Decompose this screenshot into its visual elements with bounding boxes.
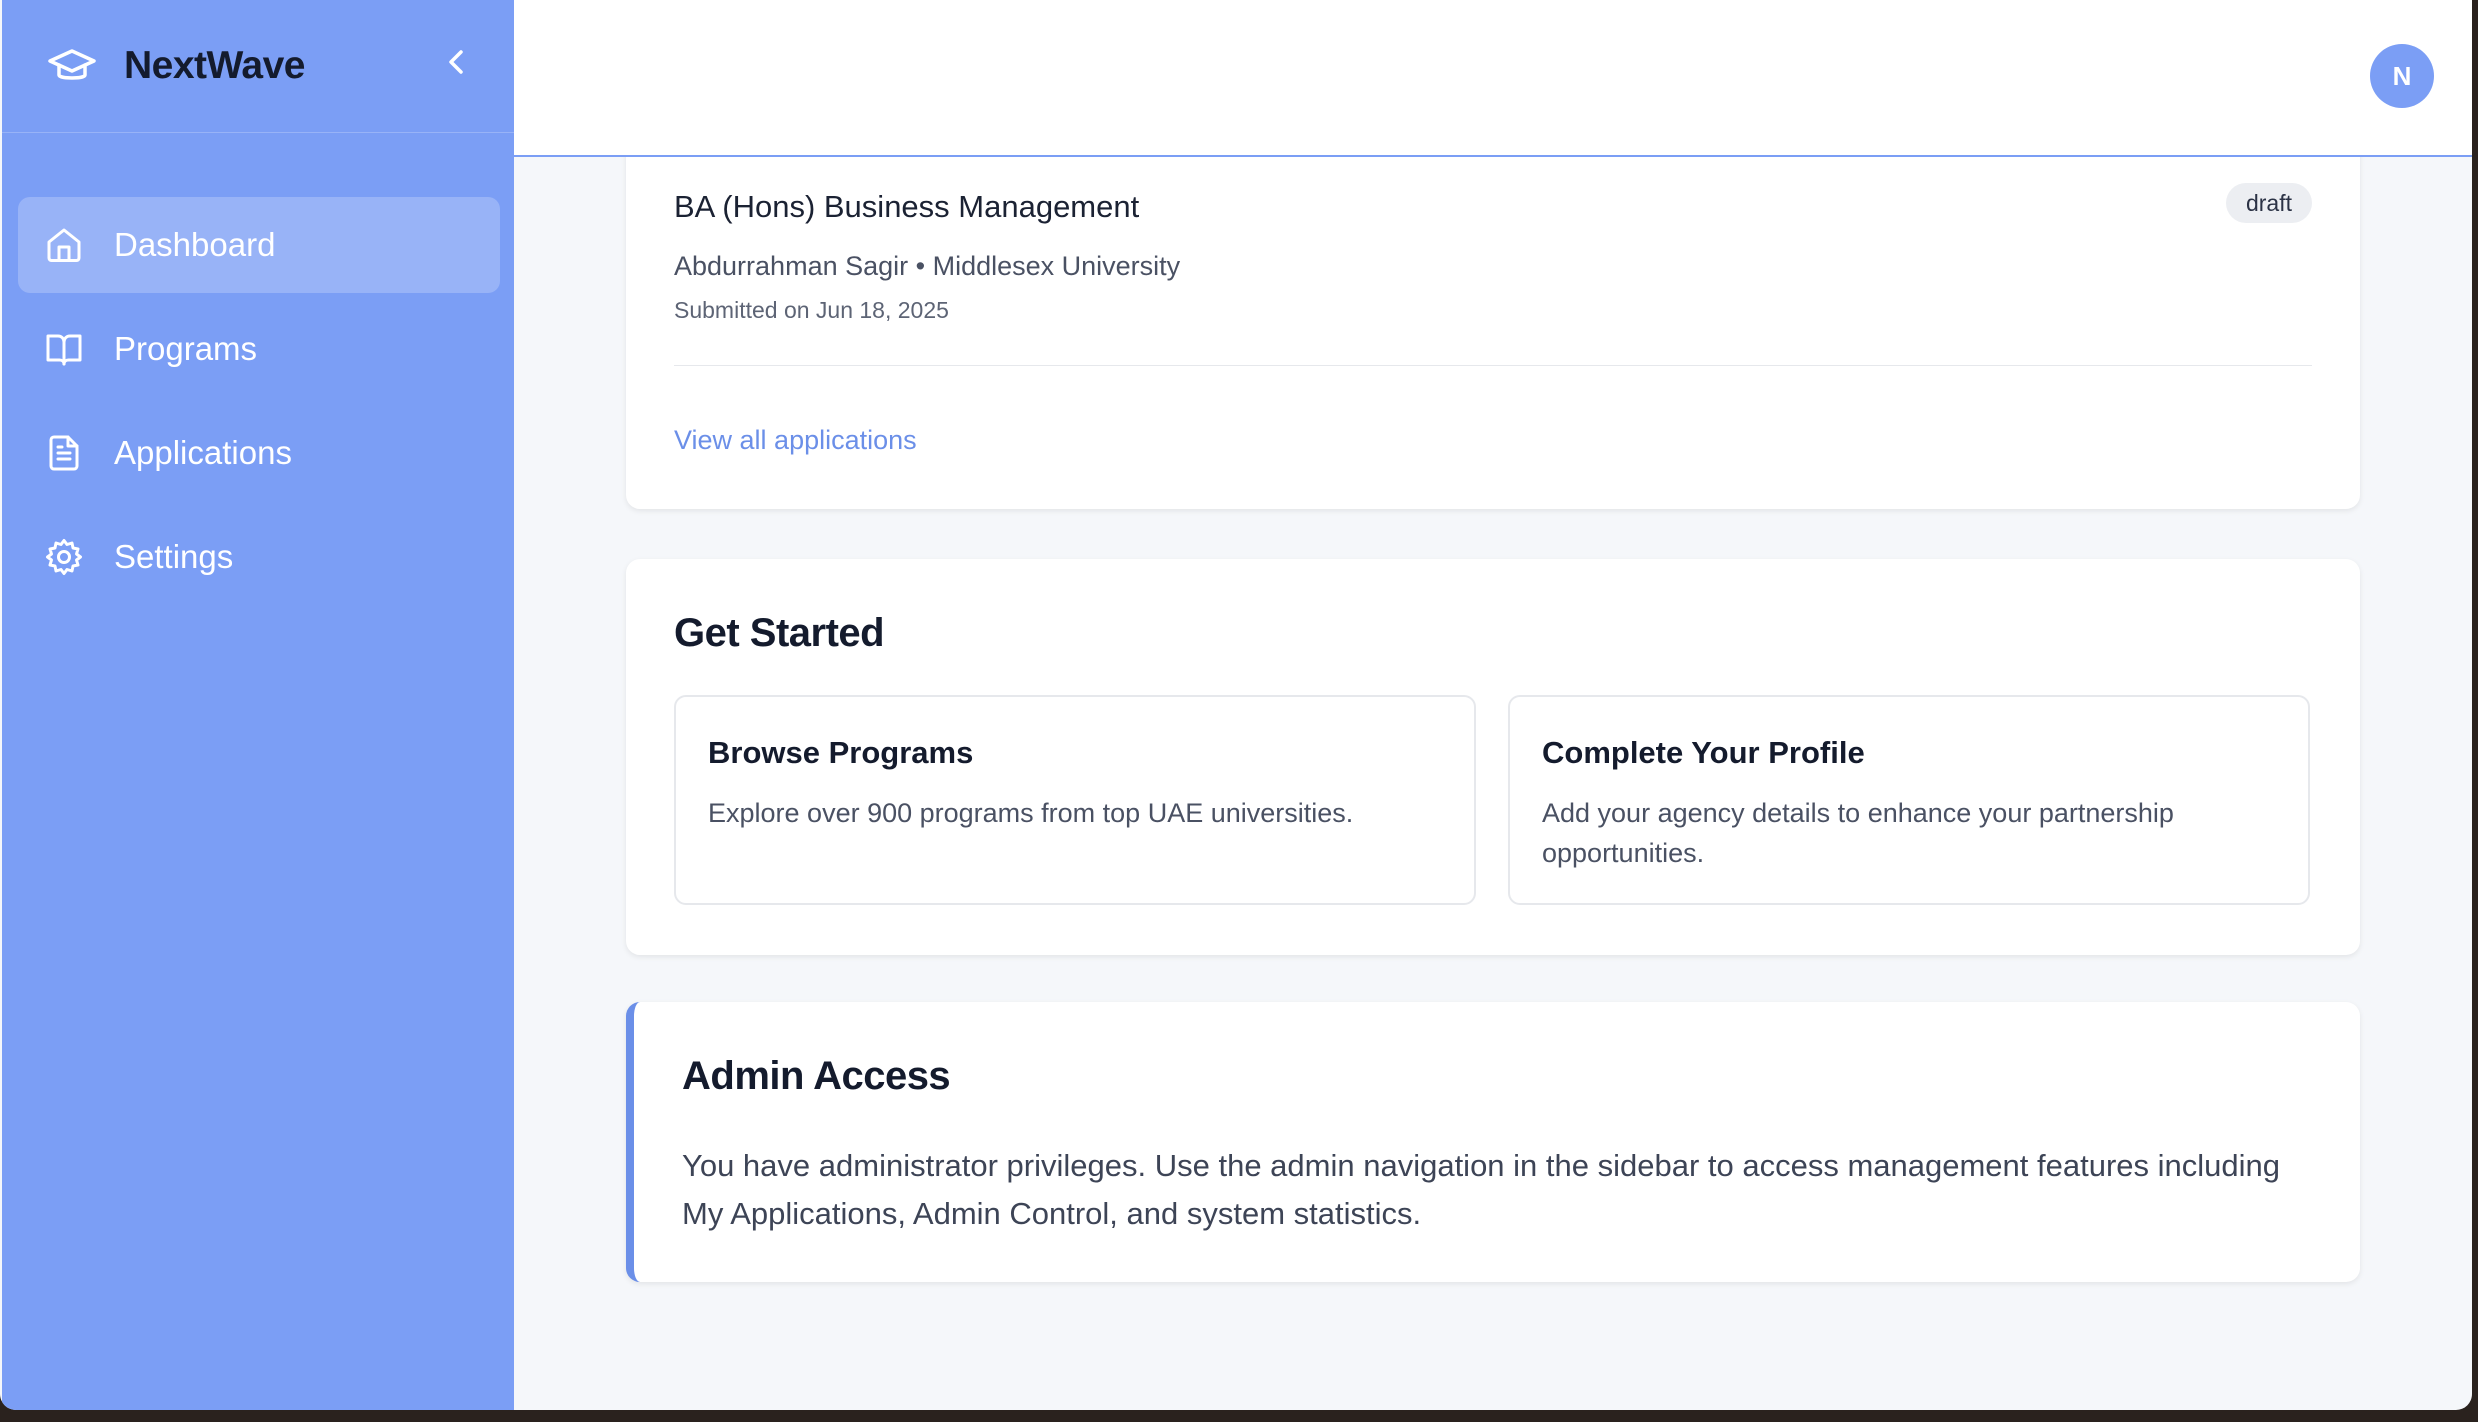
top-header: N [514, 0, 2472, 157]
book-icon [46, 334, 82, 366]
application-title: BA (Hons) Business Management [674, 189, 1140, 224]
brand-name: NextWave [124, 44, 305, 87]
sidebar-nav: Dashboard Programs Applications Settings [18, 197, 500, 613]
sidebar-item-label: Settings [114, 538, 234, 575]
browse-programs-tile[interactable]: Browse Programs Explore over 900 program… [674, 695, 1476, 905]
sidebar-item-label: Applications [114, 434, 292, 471]
chevron-left-icon [449, 50, 463, 74]
admin-title: Admin Access [682, 1054, 951, 1098]
main-content: BA (Hons) Business Management draft Abdu… [514, 137, 2472, 1410]
application-submitted-date: Submitted on Jun 18, 2025 [674, 297, 949, 323]
tile-title: Complete Your Profile [1542, 735, 1865, 770]
home-icon [47, 228, 81, 262]
admin-access-card: Admin Access You have administrator priv… [626, 1002, 2360, 1282]
app-window: NextWave Dashboard Programs Applications… [0, 0, 2472, 1410]
sidebar-item-label: Dashboard [114, 226, 276, 263]
sidebar-item-dashboard[interactable]: Dashboard [18, 197, 500, 293]
admin-description: You have administrator privileges. Use t… [682, 1148, 2280, 1231]
divider [674, 365, 2312, 366]
tile-title: Browse Programs [708, 735, 974, 770]
sidebar-item-programs[interactable]: Programs [18, 301, 500, 397]
get-started-card: Get Started Browse Programs Explore over… [626, 559, 2360, 955]
collapse-sidebar-button[interactable] [438, 44, 474, 80]
sidebar-item-settings[interactable]: Settings [18, 509, 500, 605]
document-icon [49, 435, 79, 471]
tile-description: Add your agency details to enhance your … [1542, 798, 2174, 868]
sidebar-item-label: Programs [114, 330, 258, 367]
status-badge: draft [2225, 183, 2312, 223]
graduation-cap-icon [48, 49, 96, 80]
recent-applications-card: BA (Hons) Business Management draft Abdu… [626, 137, 2360, 509]
application-meta: Abdurrahman Sagir • Middlesex University [674, 251, 1181, 281]
sidebar-item-applications[interactable]: Applications [18, 405, 500, 501]
gear-icon [46, 539, 82, 575]
tile-description: Explore over 900 programs from top UAE u… [708, 798, 1354, 828]
complete-profile-tile[interactable]: Complete Your Profile Add your agency de… [1508, 695, 2310, 905]
user-avatar[interactable]: N [2370, 44, 2434, 108]
view-all-applications-link[interactable]: View all applications [674, 425, 917, 456]
sidebar: NextWave Dashboard Programs Applications… [2, 0, 514, 1410]
section-title: Get Started [674, 611, 885, 655]
